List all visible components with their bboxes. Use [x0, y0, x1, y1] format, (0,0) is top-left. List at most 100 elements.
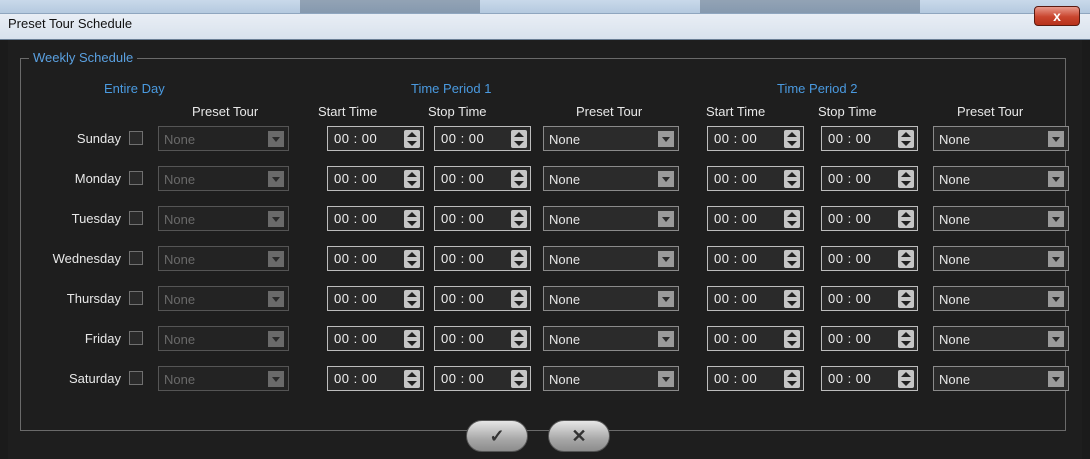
p1-preset-select-friday[interactable]: None: [543, 326, 679, 351]
p2-start-time-tuesday[interactable]: 00 : 00: [707, 206, 804, 231]
spinner-icon[interactable]: [511, 250, 527, 268]
spinner-icon[interactable]: [404, 370, 420, 388]
spinner-icon[interactable]: [898, 130, 914, 148]
p2-preset-select-friday[interactable]: None: [933, 326, 1069, 351]
p1-start-time-thursday[interactable]: 00 : 00: [327, 286, 424, 311]
spinner-icon[interactable]: [784, 290, 800, 308]
p2-start-time-friday[interactable]: 00 : 00: [707, 326, 804, 351]
p1-stop-time-thursday[interactable]: 00 : 00: [434, 286, 531, 311]
p2-stop-time-saturday[interactable]: 00 : 00: [821, 366, 918, 391]
p2-preset-select-wednesday[interactable]: None: [933, 246, 1069, 271]
spinner-icon[interactable]: [404, 250, 420, 268]
entire-day-checkbox-saturday[interactable]: [129, 371, 143, 385]
spinner-icon[interactable]: [784, 370, 800, 388]
p2-stop-time-thursday[interactable]: 00 : 00: [821, 286, 918, 311]
p1-start-time-saturday[interactable]: 00 : 00: [327, 366, 424, 391]
cancel-button[interactable]: ✕: [548, 420, 610, 452]
spinner-icon[interactable]: [898, 250, 914, 268]
spinner-icon[interactable]: [404, 330, 420, 348]
p2-stop-time-tuesday[interactable]: 00 : 00: [821, 206, 918, 231]
entire-day-preset-select-monday[interactable]: None: [158, 166, 289, 191]
p2-preset-select-tuesday[interactable]: None: [933, 206, 1069, 231]
spinner-icon[interactable]: [404, 290, 420, 308]
entire-day-checkbox-tuesday[interactable]: [129, 211, 143, 225]
p1-stop-time-wednesday[interactable]: 00 : 00: [434, 246, 531, 271]
time-value: 00 : 00: [441, 171, 485, 186]
p2-stop-time-sunday[interactable]: 00 : 00: [821, 126, 918, 151]
entire-day-preset-select-tuesday[interactable]: None: [158, 206, 289, 231]
entire-day-preset-select-saturday[interactable]: None: [158, 366, 289, 391]
spinner-icon[interactable]: [511, 370, 527, 388]
spinner-icon[interactable]: [404, 210, 420, 228]
select-value: None: [164, 332, 196, 347]
day-label-saturday: Saturday: [68, 371, 121, 386]
spinner-icon[interactable]: [511, 330, 527, 348]
spinner-icon[interactable]: [784, 250, 800, 268]
select-value: None: [549, 372, 581, 387]
spinner-icon[interactable]: [898, 330, 914, 348]
entire-day-checkbox-monday[interactable]: [129, 171, 143, 185]
spinner-icon[interactable]: [898, 170, 914, 188]
select-value: None: [939, 172, 971, 187]
spinner-icon[interactable]: [404, 130, 420, 148]
day-label-monday: Monday: [74, 171, 121, 186]
p1-start-time-wednesday[interactable]: 00 : 00: [327, 246, 424, 271]
col-stop-time-2: Stop Time: [818, 104, 877, 119]
spinner-icon[interactable]: [511, 170, 527, 188]
p1-stop-time-friday[interactable]: 00 : 00: [434, 326, 531, 351]
p2-stop-time-monday[interactable]: 00 : 00: [821, 166, 918, 191]
p1-preset-select-wednesday[interactable]: None: [543, 246, 679, 271]
entire-day-preset-select-friday[interactable]: None: [158, 326, 289, 351]
spinner-icon[interactable]: [511, 210, 527, 228]
spinner-icon[interactable]: [511, 290, 527, 308]
entire-day-preset-select-thursday[interactable]: None: [158, 286, 289, 311]
time-value: 00 : 00: [714, 171, 758, 186]
p1-stop-time-tuesday[interactable]: 00 : 00: [434, 206, 531, 231]
entire-day-checkbox-sunday[interactable]: [129, 131, 143, 145]
p1-start-time-monday[interactable]: 00 : 00: [327, 166, 424, 191]
p2-preset-select-thursday[interactable]: None: [933, 286, 1069, 311]
entire-day-preset-select-sunday[interactable]: None: [158, 126, 289, 151]
p1-start-time-friday[interactable]: 00 : 00: [327, 326, 424, 351]
p2-start-time-saturday[interactable]: 00 : 00: [707, 366, 804, 391]
spinner-icon[interactable]: [511, 130, 527, 148]
spinner-icon[interactable]: [784, 130, 800, 148]
chevron-down-icon: [268, 291, 284, 307]
p2-start-time-monday[interactable]: 00 : 00: [707, 166, 804, 191]
p1-preset-select-thursday[interactable]: None: [543, 286, 679, 311]
p2-start-time-sunday[interactable]: 00 : 00: [707, 126, 804, 151]
title-strip: [0, 13, 1090, 39]
spinner-icon[interactable]: [898, 370, 914, 388]
p1-preset-select-sunday[interactable]: None: [543, 126, 679, 151]
entire-day-checkbox-thursday[interactable]: [129, 291, 143, 305]
p1-preset-select-tuesday[interactable]: None: [543, 206, 679, 231]
spinner-icon[interactable]: [898, 210, 914, 228]
spinner-icon[interactable]: [784, 210, 800, 228]
p2-stop-time-wednesday[interactable]: 00 : 00: [821, 246, 918, 271]
spinner-icon[interactable]: [404, 170, 420, 188]
select-value: None: [939, 292, 971, 307]
entire-day-checkbox-friday[interactable]: [129, 331, 143, 345]
spinner-icon[interactable]: [784, 170, 800, 188]
ok-button[interactable]: ✓: [466, 420, 528, 452]
p1-stop-time-sunday[interactable]: 00 : 00: [434, 126, 531, 151]
p2-preset-select-saturday[interactable]: None: [933, 366, 1069, 391]
time-value: 00 : 00: [334, 291, 378, 306]
p2-start-time-wednesday[interactable]: 00 : 00: [707, 246, 804, 271]
p2-preset-select-sunday[interactable]: None: [933, 126, 1069, 151]
p2-stop-time-friday[interactable]: 00 : 00: [821, 326, 918, 351]
p1-start-time-tuesday[interactable]: 00 : 00: [327, 206, 424, 231]
spinner-icon[interactable]: [898, 290, 914, 308]
p1-stop-time-saturday[interactable]: 00 : 00: [434, 366, 531, 391]
entire-day-checkbox-wednesday[interactable]: [129, 251, 143, 265]
spinner-icon[interactable]: [784, 330, 800, 348]
p1-preset-select-monday[interactable]: None: [543, 166, 679, 191]
time-value: 00 : 00: [828, 251, 872, 266]
p2-preset-select-monday[interactable]: None: [933, 166, 1069, 191]
p2-start-time-thursday[interactable]: 00 : 00: [707, 286, 804, 311]
close-button[interactable]: x: [1034, 6, 1080, 26]
p1-preset-select-saturday[interactable]: None: [543, 366, 679, 391]
entire-day-preset-select-wednesday[interactable]: None: [158, 246, 289, 271]
p1-start-time-sunday[interactable]: 00 : 00: [327, 126, 424, 151]
p1-stop-time-monday[interactable]: 00 : 00: [434, 166, 531, 191]
